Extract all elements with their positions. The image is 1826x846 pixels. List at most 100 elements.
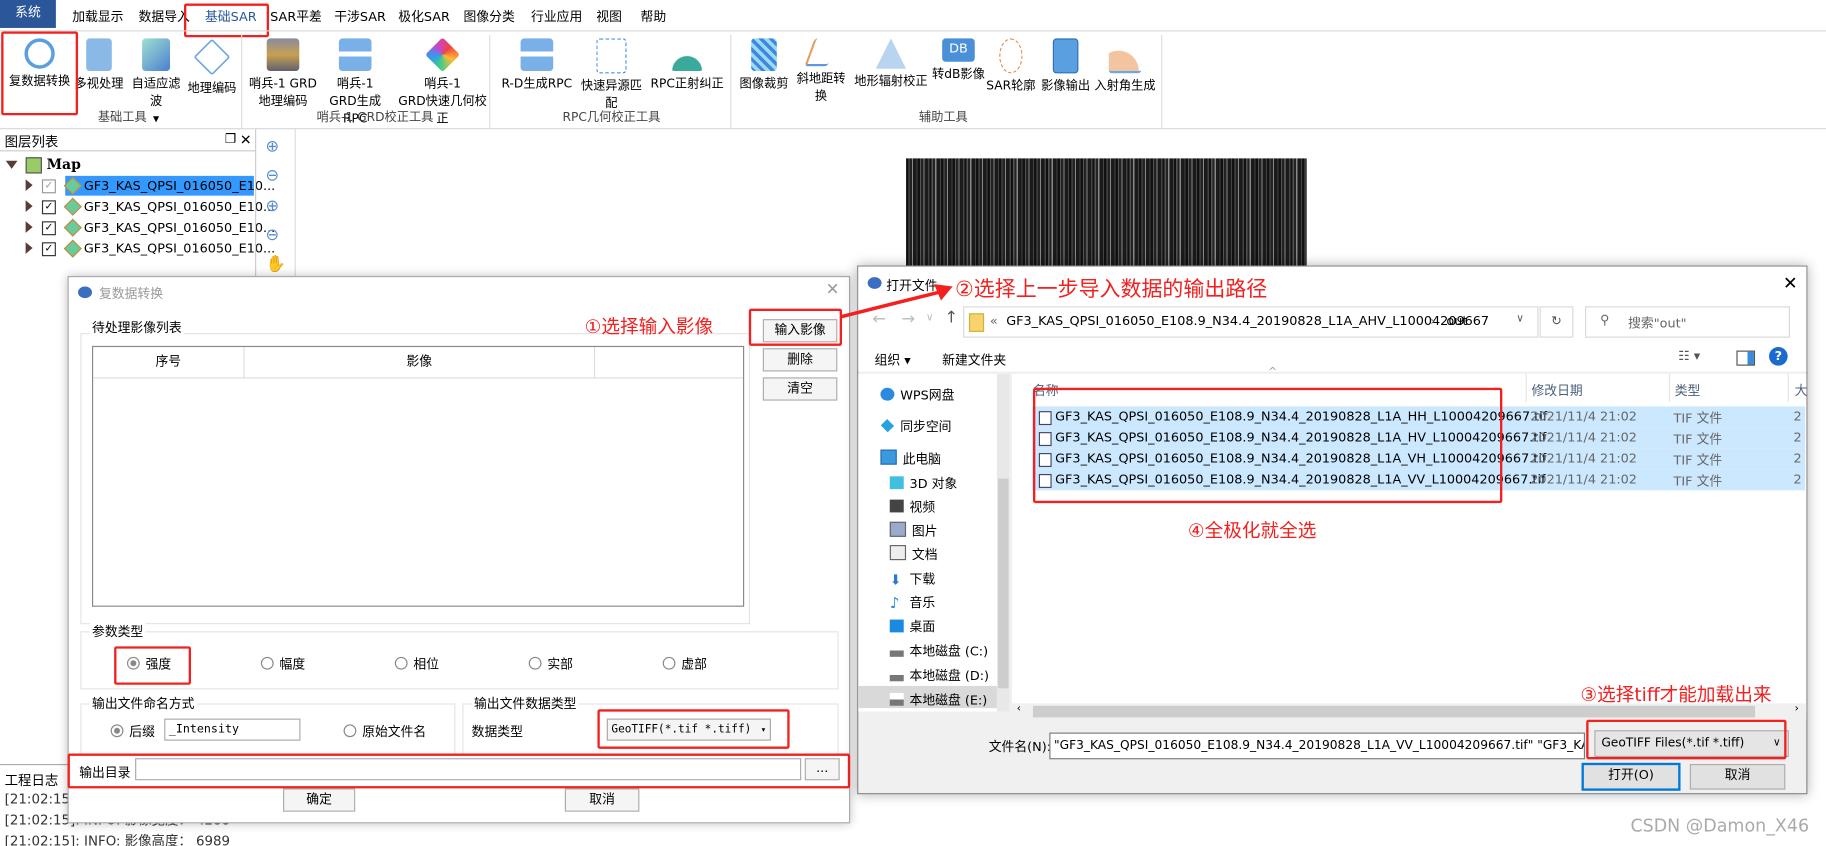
column-header-index[interactable]: 序号	[93, 347, 245, 379]
zoom-out-icon[interactable]: ⊖	[266, 167, 280, 186]
radio-suffix[interactable]: 后缀	[110, 722, 155, 741]
breadcrumb-out[interactable]: out	[1446, 313, 1467, 328]
nav-videos[interactable]: 视频	[889, 497, 935, 516]
zoom-in-icon[interactable]: ⊕	[266, 137, 280, 156]
tab-insar[interactable]: 干涉SAR	[334, 7, 386, 26]
collapse-icon[interactable]	[5, 160, 18, 169]
cancel-button[interactable]: 取消	[564, 788, 640, 812]
mosaic-icon	[425, 37, 460, 73]
clear-button[interactable]: 清空	[762, 377, 838, 401]
nav-documents[interactable]: 文档	[889, 545, 938, 564]
nav-3d-objects[interactable]: 3D 对象	[889, 474, 957, 493]
geocode-button[interactable]: 地理编码	[186, 38, 237, 97]
preview-pane-icon[interactable]	[1736, 350, 1756, 366]
expand-icon[interactable]	[25, 179, 33, 191]
nav-wps-cloud[interactable]: WPS网盘	[880, 385, 954, 404]
nav-downloads[interactable]: ⬇ 下载	[890, 569, 935, 588]
log-title: 工程日志	[4, 772, 59, 789]
nav-drive-c[interactable]: 本地磁盘 (C:)	[889, 642, 988, 661]
address-bar[interactable]: « GF3_KAS_QPSI_016050_E108.9_N34.4_20190…	[963, 306, 1539, 338]
organize-button[interactable]: 组织 ▾	[875, 351, 911, 370]
multilook-button[interactable]: 多视处理	[75, 38, 123, 93]
tab-view[interactable]: 视图	[596, 7, 622, 26]
close-icon[interactable]: ✕	[1783, 273, 1798, 294]
fast-match-button[interactable]: 快速异源匹配	[575, 38, 647, 113]
column-header-image[interactable]: 影像	[244, 347, 596, 379]
tab-help[interactable]: 帮助	[641, 7, 667, 26]
radio-icon	[528, 656, 542, 670]
layer-panel-title: 图层列表	[4, 133, 59, 151]
nav-drive-d[interactable]: 本地磁盘 (D:)	[889, 666, 989, 685]
tab-industry[interactable]: 行业应用	[531, 7, 582, 26]
nav-this-pc[interactable]: 此电脑	[880, 449, 941, 469]
image-output-button[interactable]: 影像输出	[1039, 38, 1093, 95]
suffix-input[interactable]: _Intensity	[164, 718, 301, 741]
tab-sar-adjust[interactable]: SAR平差	[270, 7, 322, 26]
nav-pictures[interactable]: 图片	[889, 521, 938, 541]
expand-icon[interactable]	[25, 200, 33, 212]
radio-phase[interactable]: 相位	[394, 655, 439, 674]
tree-root-map[interactable]: Map	[0, 155, 254, 175]
crop-button[interactable]: 图像裁剪	[736, 38, 792, 93]
angle-icon	[1108, 38, 1142, 74]
ribbon-bottom-border	[0, 128, 1826, 130]
layer-item[interactable]: ✓ GF3_KAS_QPSI_016050_E10...	[0, 239, 275, 259]
help-icon[interactable]: ?	[1769, 347, 1788, 366]
close-panel-icon[interactable]: ✕	[240, 132, 252, 148]
delete-button[interactable]: 删除	[762, 348, 838, 372]
zoom-out-fixed-icon[interactable]: ⊖	[266, 226, 280, 245]
tab-polsar[interactable]: 极化SAR	[398, 7, 450, 26]
layer-item[interactable]: ✓ GF3_KAS_QPSI_016050_E10...	[0, 197, 275, 217]
chevron-down-icon[interactable]: ∨	[1516, 313, 1524, 325]
new-folder-button[interactable]: 新建文件夹	[942, 351, 1006, 370]
sar-outline-button[interactable]: SAR轮廓	[985, 38, 1036, 95]
open-button[interactable]: 打开(O)	[1581, 762, 1681, 791]
nav-drive-e[interactable]: 本地磁盘 (E:)	[889, 691, 987, 710]
tab-data-import[interactable]: 数据导入	[139, 7, 190, 26]
column-type[interactable]: 类型	[1675, 381, 1701, 400]
radio-icon	[662, 656, 676, 670]
to-db-button[interactable]: DB 转dB影像	[932, 38, 986, 83]
layer-checkbox[interactable]: ✓	[41, 221, 56, 236]
column-date[interactable]: 修改日期	[1531, 381, 1582, 400]
image-table[interactable]: 序号 影像	[92, 345, 745, 607]
column-size[interactable]: 大	[1795, 381, 1808, 400]
layer-checkbox[interactable]: ✓	[41, 200, 56, 215]
tab-load-display[interactable]: 加载显示	[72, 7, 123, 26]
s1-geocode-button[interactable]: 哨兵-1 GRD 地理编码	[247, 38, 319, 110]
layer-item[interactable]: ✓ GF3_KAS_QPSI_016050_E10...	[0, 175, 275, 196]
view-options-icon[interactable]: ☷ ▾	[1678, 348, 1700, 363]
rpc-ortho-button[interactable]: RPC正射纠正	[650, 38, 725, 93]
layer-item[interactable]: ✓ GF3_KAS_QPSI_016050_E10...	[0, 218, 275, 238]
layer-checkbox[interactable]: ✓	[41, 179, 56, 194]
slant-ground-button[interactable]: 斜地距转换	[792, 38, 850, 106]
nav-music[interactable]: ♪ 音乐	[890, 593, 935, 612]
search-input[interactable]: ⚲ 搜索"out"	[1585, 306, 1790, 338]
radio-imaginary[interactable]: 虚部	[662, 655, 707, 674]
float-panel-icon[interactable]: ❐	[225, 132, 237, 147]
pan-hand-icon[interactable]: ✋	[266, 255, 286, 274]
system-tab[interactable]: 系统	[0, 0, 56, 28]
expand-icon[interactable]	[25, 242, 33, 254]
filename-input[interactable]: "GF3_KAS_QPSI_016050_E108.9_N34.4_201908…	[1049, 732, 1586, 760]
rd-rpc-button[interactable]: R-D生成RPC	[501, 38, 573, 93]
breadcrumb-folder[interactable]: GF3_KAS_QPSI_016050_E108.9_N34.4_2019082…	[1006, 313, 1489, 328]
expand-icon[interactable]	[25, 221, 33, 233]
nav-sync-space[interactable]: 同步空间	[880, 417, 951, 436]
refresh-button[interactable]: ↻	[1539, 306, 1574, 338]
layer-checkbox[interactable]: ✓	[41, 242, 56, 257]
radio-amplitude[interactable]: 幅度	[260, 655, 305, 674]
divider	[294, 129, 296, 281]
tab-classification[interactable]: 图像分类	[464, 7, 515, 26]
radio-original-name[interactable]: 原始文件名	[343, 722, 426, 741]
radio-real[interactable]: 实部	[528, 655, 573, 674]
drive-icon	[889, 644, 904, 657]
nav-desktop[interactable]: 桌面	[889, 617, 935, 636]
nav-scrollbar[interactable]	[996, 373, 1010, 712]
ok-button[interactable]: 确定	[282, 788, 356, 812]
incidence-angle-button[interactable]: 入射角生成	[1092, 38, 1157, 95]
file-cancel-button[interactable]: 取消	[1689, 763, 1786, 790]
terrain-correct-button[interactable]: 地形辐射校正	[852, 38, 929, 90]
zoom-in-fixed-icon[interactable]: ⊕	[266, 197, 280, 216]
column-header-extra[interactable]	[595, 347, 744, 379]
